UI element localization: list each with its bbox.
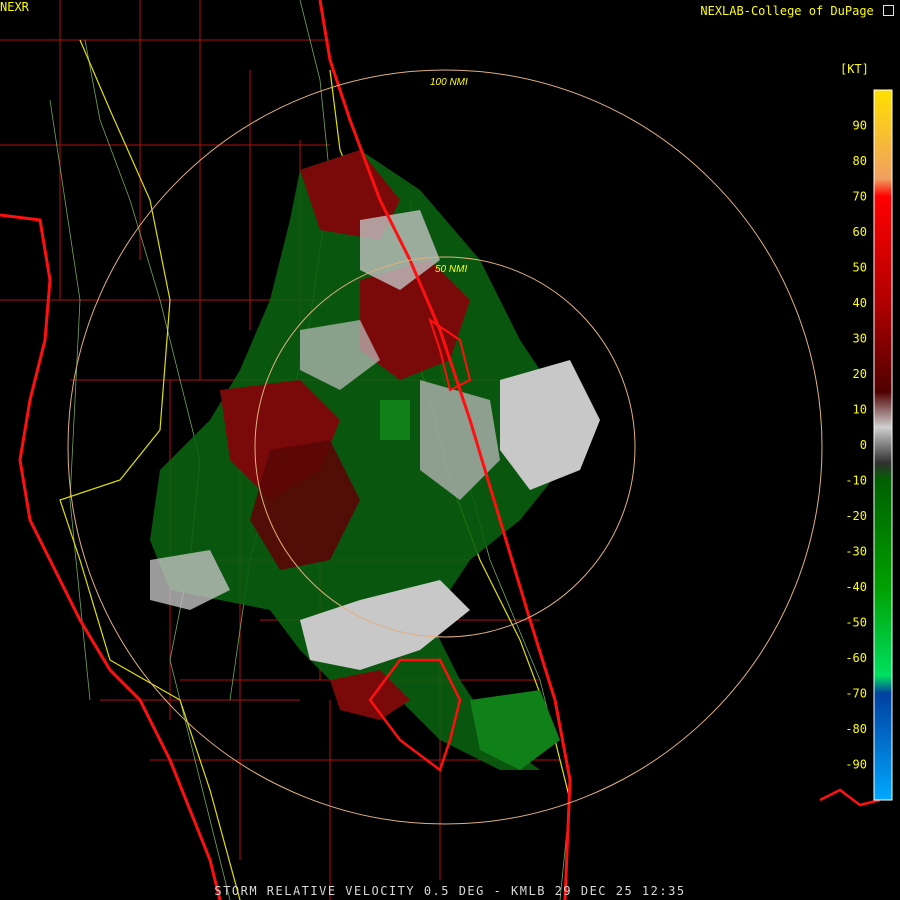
scale-tick-label: -80 — [845, 722, 867, 736]
scale-tick-label: 70 — [853, 190, 867, 204]
scale-tick-label: -10 — [845, 474, 867, 488]
scale-tick-label: -70 — [845, 687, 867, 701]
scale-tick-label: 50 — [853, 261, 867, 275]
scale-tick-label: 20 — [853, 367, 867, 381]
cursor-corner-icon — [883, 5, 894, 16]
scale-tick-label: -20 — [845, 509, 867, 523]
scale-tick-label: 90 — [853, 119, 867, 133]
scale-tick-label: -50 — [845, 616, 867, 630]
scale-tick-label: 10 — [853, 403, 867, 417]
range-ring-label-100: 100 NMI — [430, 77, 468, 88]
scale-tick-label: 60 — [853, 225, 867, 239]
scale-tick-label: -40 — [845, 580, 867, 594]
footer-caption: STORM RELATIVE VELOCITY 0.5 DEG - KMLB 2… — [214, 884, 686, 898]
range-ring-label-50: 50 NMI — [435, 264, 467, 275]
radar-display: 100 NMI 50 NMI 90 80 70 60 50 40 30 20 10 0 -10 -20… — [0, 0, 900, 900]
radar-map: 100 NMI 50 NMI 90 80 70 60 50 40 30 20 10 0 -10 -20… — [0, 0, 893, 900]
scale-tick-label: -30 — [845, 545, 867, 559]
scale-tick-label: 80 — [853, 154, 867, 168]
scale-tick-label: -60 — [845, 651, 867, 665]
scale-tick-label: 40 — [853, 296, 867, 310]
scale-tick-label: 30 — [853, 332, 867, 346]
scale-tick-label: -90 — [845, 758, 867, 772]
scale-tick-label: 0 — [860, 438, 867, 452]
velocity-returns — [150, 150, 600, 770]
color-scale-bar — [873, 89, 893, 801]
brand-label: NEXLAB-College of DuPage — [700, 4, 894, 18]
scale-unit-label: [KT] — [840, 62, 869, 76]
color-scale-ticks: 90 80 70 60 50 40 30 20 10 0 -10 -20 -30 -40 -50 -60 -70… — [845, 119, 867, 772]
